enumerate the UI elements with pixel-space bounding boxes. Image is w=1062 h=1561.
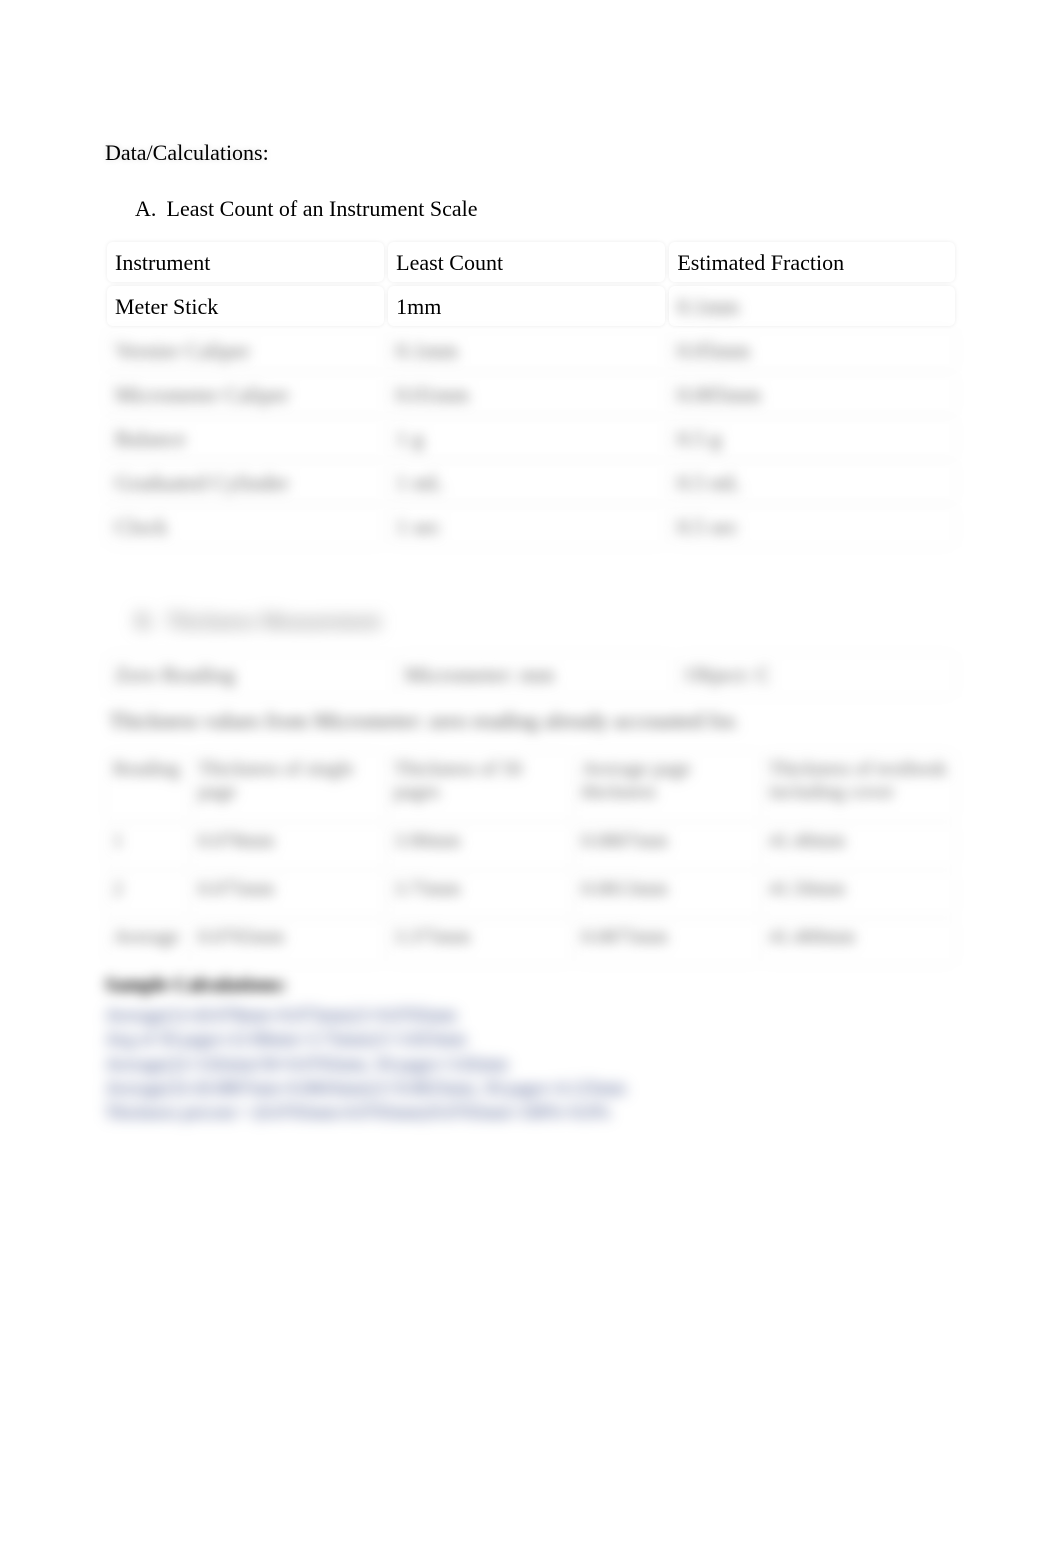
- cell-est-fraction: 0.5 g: [667, 416, 957, 460]
- cell-est-fraction: 0.5 mL: [667, 460, 957, 504]
- cell-b: 3.75mm: [386, 870, 573, 918]
- cell-c: 0.0875mm: [574, 918, 761, 966]
- cell-reading: Average: [105, 918, 190, 966]
- table-a-col-estimated-fraction: Estimated Fraction: [667, 240, 957, 284]
- calc-line: Thickness percent = (0.0765mm-0.0765mm)/…: [105, 1100, 957, 1124]
- cell-least-count: 0.01mm: [386, 372, 667, 416]
- document-page: Data/Calculations: A. Least Count of an …: [0, 0, 1062, 1561]
- cell-est-fraction: 0.005mm: [667, 372, 957, 416]
- cell-least-count: 1mm: [386, 284, 667, 328]
- col-thick-50: Thickness of 50 pages: [386, 750, 573, 822]
- table-a-col-least-count: Least Count: [386, 240, 667, 284]
- cell-instrument: Vernier Caliper: [105, 328, 386, 372]
- cell-instrument: Balance: [105, 416, 386, 460]
- content-area: Data/Calculations: A. Least Count of an …: [105, 140, 957, 1124]
- calc-line: Average(3)=(0.0807mm+0.0843mm)/2=0.0825m…: [105, 1076, 957, 1100]
- cell-reading: 1: [105, 822, 190, 870]
- cell-b: 3.90mm: [386, 822, 573, 870]
- table-b1: Zero Reading Micrometer: mm Object: C: [105, 652, 957, 698]
- table-a-row: Micrometer Caliper 0.01mm 0.005mm: [105, 372, 957, 416]
- table-a-row: Balance 1 g 0.5 g: [105, 416, 957, 460]
- section-a-heading: A. Least Count of an Instrument Scale: [135, 196, 957, 222]
- section-a-letter: A.: [135, 196, 161, 222]
- cell-c: 0.0807mm: [574, 822, 761, 870]
- cell-instrument: Meter Stick: [105, 284, 386, 328]
- col-thick-cover: Thickness of textbook including cover: [761, 750, 957, 822]
- col-reading: Reading: [105, 750, 190, 822]
- cell-least-count: 1 mL: [386, 460, 667, 504]
- cell-a: 0.0765mm: [190, 918, 386, 966]
- cell-micrometer: Micrometer: mm: [395, 652, 676, 698]
- table-b1-row: Zero Reading Micrometer: mm Object: C: [105, 652, 957, 698]
- cell-est-fraction: 0.1mm: [667, 284, 957, 328]
- cell-d: 41.400mm: [761, 918, 957, 966]
- table-b2: Reading Thickness of single page Thickne…: [105, 750, 957, 966]
- cell-a: 0.075mm: [190, 870, 386, 918]
- cell-instrument: Micrometer Caliper: [105, 372, 386, 416]
- calc-lines: Average(1)=(0.078mm+0.075mm)/2=0.0765mm …: [105, 1003, 957, 1124]
- table-a-row: Graduated Cylinder 1 mL 0.5 mL: [105, 460, 957, 504]
- cell-least-count: 1 g: [386, 416, 667, 460]
- cell-est-fraction: 0.5 sec: [667, 504, 957, 548]
- table-b2-row: 2 0.075mm 3.75mm 0.0813mm 41.50mm: [105, 870, 957, 918]
- table-a-row: Meter Stick 1mm 0.1mm: [105, 284, 957, 328]
- sample-calculations: Sample Calculations: Average(1)=(0.078mm…: [105, 974, 957, 1124]
- cell-reading: 2: [105, 870, 190, 918]
- calc-title: Sample Calculations:: [105, 974, 957, 997]
- calc-line: Avg of 50 pages=(3.90mm+3.75mm)/2=3.825m…: [105, 1027, 957, 1051]
- table-a-row: Vernier Caliper 0.1mm 0.05mm: [105, 328, 957, 372]
- table-b2-header-row: Reading Thickness of single page Thickne…: [105, 750, 957, 822]
- cell-b: 3.375mm: [386, 918, 573, 966]
- cell-est-fraction: 0.05mm: [667, 328, 957, 372]
- cell-instrument: Clock: [105, 504, 386, 548]
- cell-a: 0.078mm: [190, 822, 386, 870]
- section-b-text: Thickness Measurement: [166, 608, 380, 633]
- table-b2-row: Average 0.0765mm 3.375mm 0.0875mm 41.400…: [105, 918, 957, 966]
- cell-zero-reading: Zero Reading: [105, 652, 395, 698]
- col-avg-page: Average page thickness: [574, 750, 761, 822]
- cell-d: 41.50mm: [761, 870, 957, 918]
- table-a: Instrument Least Count Estimated Fractio…: [105, 240, 957, 548]
- calc-line: Average(2)=3.82mm/50=0.0765mm, 50 pages=…: [105, 1052, 957, 1076]
- table-b-caption: Thickness values from Micrometer: zero r…: [105, 698, 957, 740]
- cell-object: Object: C: [676, 652, 957, 698]
- table-b2-row: 1 0.078mm 3.90mm 0.0807mm 41.40mm: [105, 822, 957, 870]
- cell-least-count: 1 sec: [386, 504, 667, 548]
- col-thick-single: Thickness of single page: [190, 750, 386, 822]
- section-a-text: Least Count of an Instrument Scale: [167, 196, 478, 221]
- table-a-col-instrument: Instrument: [105, 240, 386, 284]
- cell-instrument: Graduated Cylinder: [105, 460, 386, 504]
- calc-line: Average(1)=(0.078mm+0.075mm)/2=0.0765mm: [105, 1003, 957, 1027]
- cell-d: 41.40mm: [761, 822, 957, 870]
- cell-least-count: 0.1mm: [386, 328, 667, 372]
- section-b-heading: B. Thickness Measurement: [135, 608, 957, 634]
- table-a-header-row: Instrument Least Count Estimated Fractio…: [105, 240, 957, 284]
- section-title: Data/Calculations:: [105, 140, 957, 166]
- table-a-row: Clock 1 sec 0.5 sec: [105, 504, 957, 548]
- cell-c: 0.0813mm: [574, 870, 761, 918]
- section-b-letter: B.: [135, 608, 161, 634]
